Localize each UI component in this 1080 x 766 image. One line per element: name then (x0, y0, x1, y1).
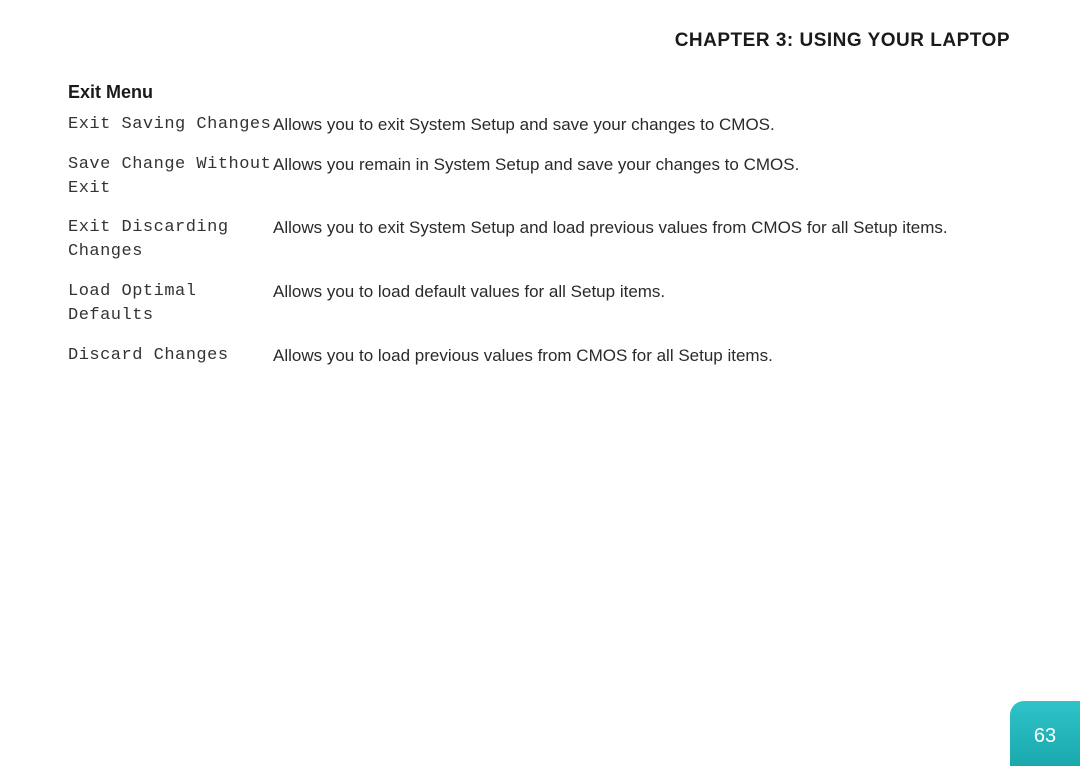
page-number-tab: 63 (1010, 701, 1080, 766)
menu-description: Allows you to exit System Setup and save… (273, 113, 1028, 137)
menu-description: Allows you remain in System Setup and sa… (273, 153, 1028, 177)
menu-term: Discard Changes (68, 344, 273, 368)
menu-description: Allows you to exit System Setup and load… (273, 216, 1028, 240)
exit-menu-table: Exit Saving Changes Allows you to exit S… (68, 113, 1028, 367)
table-row: Save Change Without Exit Allows you rema… (68, 153, 1028, 201)
table-row: Exit Discarding Changes Allows you to ex… (68, 216, 1028, 264)
menu-term: Exit Discarding Changes (68, 216, 273, 264)
menu-term: Load Optimal Defaults (68, 280, 273, 328)
menu-description: Allows you to load default values for al… (273, 280, 1028, 304)
section-heading: Exit Menu (68, 82, 1020, 103)
menu-term: Save Change Without Exit (68, 153, 273, 201)
menu-description: Allows you to load previous values from … (273, 344, 1028, 368)
table-row: Exit Saving Changes Allows you to exit S… (68, 113, 1028, 137)
chapter-title: CHAPTER 3: USING YOUR LAPTOP (60, 30, 1010, 52)
table-row: Discard Changes Allows you to load previ… (68, 344, 1028, 368)
menu-term: Exit Saving Changes (68, 113, 273, 137)
page-number: 63 (1034, 725, 1056, 748)
table-row: Load Optimal Defaults Allows you to load… (68, 280, 1028, 328)
